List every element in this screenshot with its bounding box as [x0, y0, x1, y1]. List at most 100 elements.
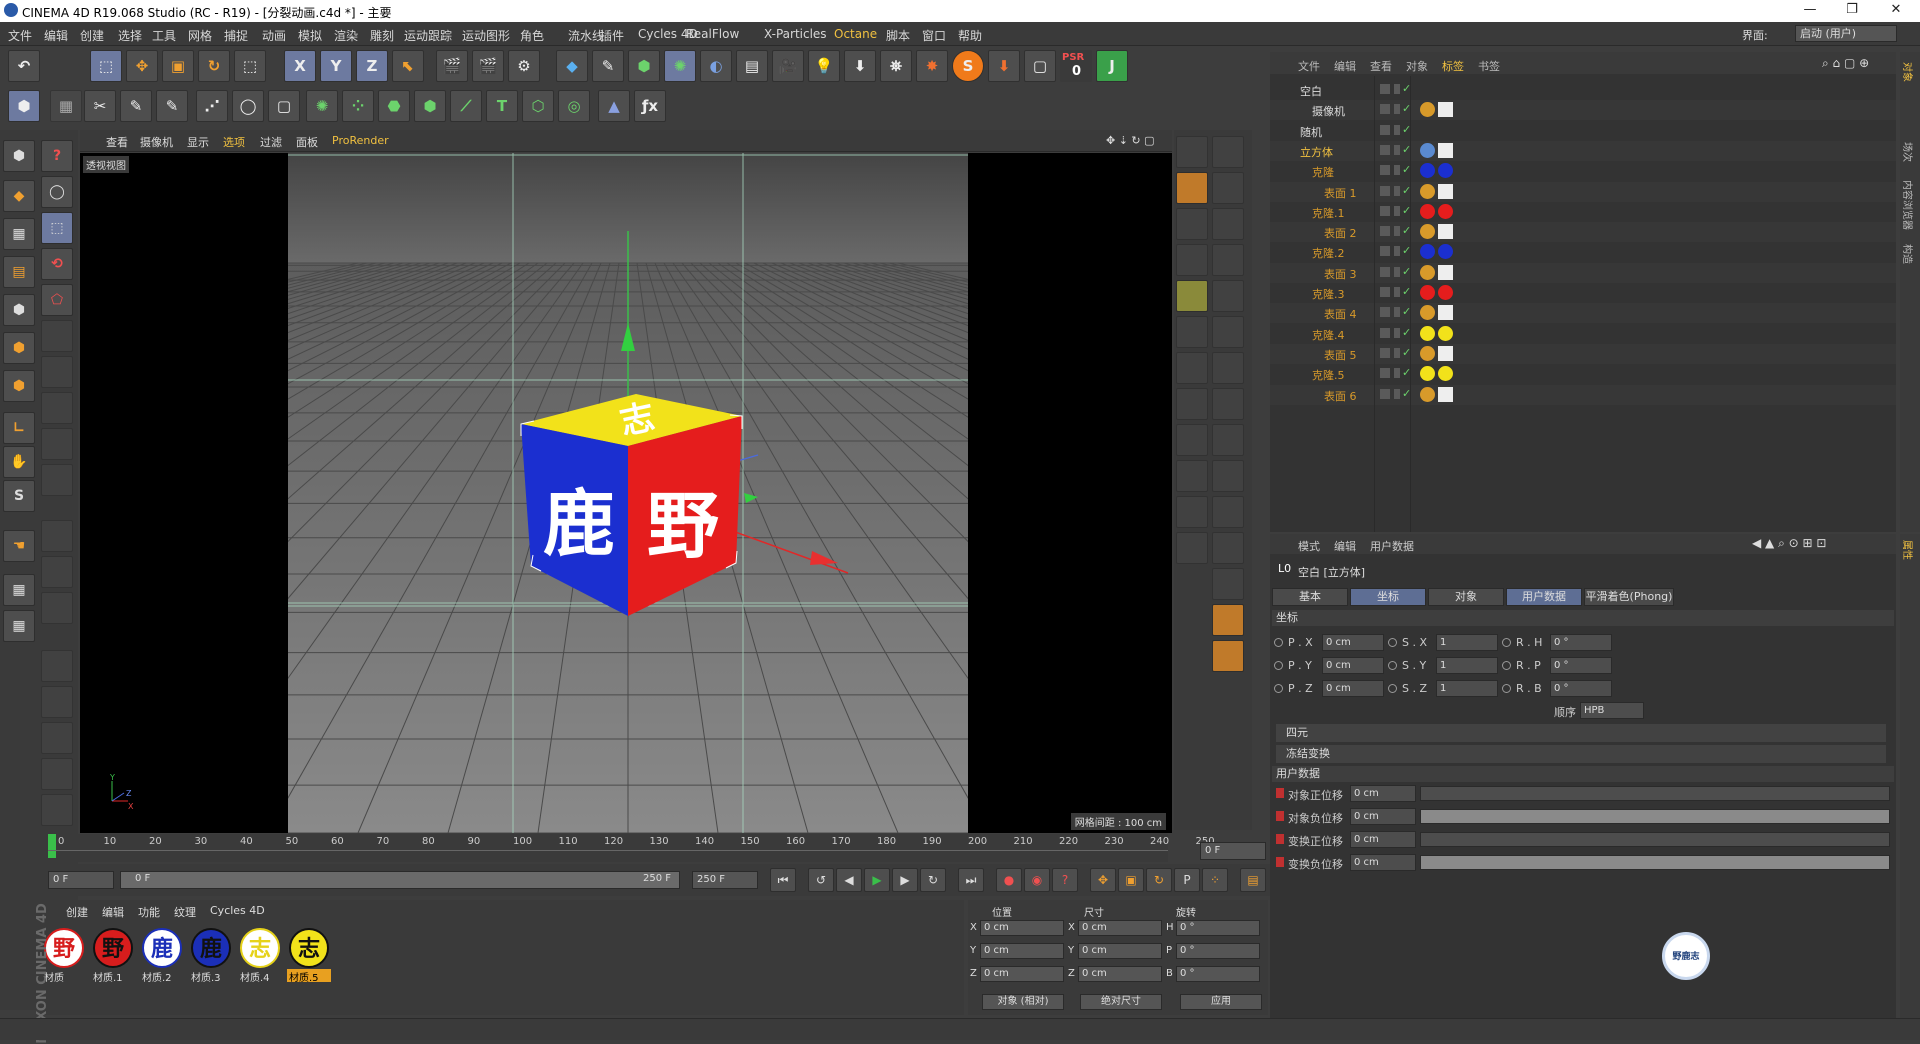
material-swatch[interactable]: 鹿材质.2 — [140, 926, 184, 984]
render-settings-button[interactable]: ⚙ — [508, 50, 540, 82]
visibility-toggle[interactable] — [1380, 226, 1390, 237]
tool-slot-6[interactable] — [41, 520, 73, 552]
object-row[interactable]: 克隆.2 ✓ — [1270, 242, 1896, 262]
om-menu-view[interactable]: 查看 — [1370, 58, 1392, 74]
user-data-value[interactable]: 0 cm — [1350, 785, 1416, 802]
model-mode-button[interactable]: ⬢ — [8, 90, 40, 122]
keyframe-radio[interactable] — [1388, 661, 1397, 670]
menu-item-7[interactable]: 动画 — [262, 27, 286, 44]
play-button[interactable]: ▶ — [864, 868, 890, 892]
next-frame-button[interactable]: ▶ — [892, 868, 918, 892]
paint-tool-button[interactable] — [1176, 172, 1208, 204]
render-toggle[interactable] — [1394, 124, 1400, 135]
menu-item-4[interactable]: 工具 — [152, 27, 176, 44]
vp-menu-filter[interactable]: 过滤 — [260, 134, 282, 150]
material-swatch[interactable]: 志材质.5 — [287, 926, 331, 984]
visibility-toggle[interactable] — [1380, 246, 1390, 257]
render-view-button[interactable]: 🎬 — [436, 50, 468, 82]
xparticles-emitter-button[interactable]: ⬇ — [844, 50, 876, 82]
goto-start-button[interactable]: ⏮ — [770, 868, 796, 892]
tag-icon[interactable] — [1438, 285, 1453, 300]
material-tag-icon[interactable] — [1420, 264, 1435, 280]
psr-reset-button[interactable]: PSR 0 — [1060, 50, 1092, 82]
timeline-ruler[interactable]: 0 10 20 30 40 50 60 70 80 90 100 110 120 130 140 150 160… — [48, 834, 1215, 862]
coord-rotation-field[interactable]: 0 ° — [1176, 943, 1260, 959]
visibility-toggle[interactable] — [1380, 287, 1390, 297]
maximize-button[interactable]: ❐ — [1832, 2, 1872, 20]
viewport-scene[interactable]: 志 鹿 野 — [80, 153, 1172, 833]
edges-mode-button[interactable]: ⬢ — [3, 332, 35, 364]
object-name[interactable]: 摄像机 — [1312, 103, 1345, 119]
tool-slot-8[interactable] — [41, 592, 73, 624]
dock-tab-objects[interactable]: 对象 — [1901, 62, 1916, 82]
material-tag-icon[interactable] — [1420, 163, 1435, 179]
render-toggle[interactable] — [1394, 226, 1400, 237]
view-tool-17[interactable] — [1212, 424, 1244, 456]
object-row[interactable]: 克隆.4 ✓ — [1270, 324, 1896, 344]
render-toggle[interactable] — [1394, 84, 1400, 94]
view-tool-6[interactable] — [1176, 244, 1208, 276]
frame-range-slider[interactable]: 0 F 250 F — [120, 871, 680, 889]
tool-slot-2[interactable] — [41, 356, 73, 388]
key-rotation-button[interactable]: ↻ — [1146, 868, 1172, 892]
record-button[interactable]: ● — [996, 868, 1022, 892]
render-toggle[interactable] — [1394, 185, 1400, 196]
spline-line-button[interactable]: ⋰ — [196, 90, 228, 122]
menu-item-0[interactable]: 文件 — [8, 27, 32, 44]
om-menu-tag[interactable]: 标签 — [1442, 58, 1464, 74]
goto-next-key-button[interactable]: ↻ — [920, 868, 946, 892]
menu-item-1[interactable]: 编辑 — [44, 27, 68, 44]
object-row[interactable]: 空白 ✓ — [1270, 80, 1896, 100]
object-name[interactable]: 表面 4 — [1324, 306, 1357, 322]
keyframe-marker-icon[interactable] — [1276, 857, 1284, 867]
keyframe-help-button[interactable]: ? — [1052, 868, 1078, 892]
coord-position-field[interactable]: 0 cm — [980, 920, 1064, 936]
material-swatch[interactable]: 鹿材质.3 — [189, 926, 233, 984]
render-toggle[interactable] — [1394, 327, 1400, 338]
tag-icon[interactable] — [1438, 386, 1453, 402]
material-swatch[interactable]: 志材质.4 — [238, 926, 282, 984]
view-tool-18[interactable] — [1176, 460, 1208, 492]
view-tool-13[interactable] — [1212, 352, 1244, 384]
visibility-toggle[interactable] — [1380, 104, 1390, 115]
attr-field-value[interactable]: 0 cm — [1322, 680, 1384, 697]
mat-menu-cycles4d[interactable]: Cycles 4D — [210, 904, 265, 917]
object-row[interactable]: 表面 4 ✓ — [1270, 303, 1896, 324]
object-name[interactable]: 表面 5 — [1324, 347, 1357, 363]
render-toggle[interactable] — [1394, 246, 1400, 257]
coord-mode-select[interactable]: 对象 (相对) — [982, 994, 1064, 1010]
close-button[interactable]: ✕ — [1876, 2, 1916, 20]
coord-rotation-field[interactable]: 0 ° — [1176, 966, 1260, 982]
tool-slot-12[interactable] — [41, 758, 73, 790]
lasso-select-button[interactable]: ◯ — [41, 176, 73, 208]
visibility-toggle[interactable] — [1380, 347, 1390, 358]
tool-slot-5[interactable] — [41, 464, 73, 496]
autokey-button[interactable]: ◉ — [1024, 868, 1050, 892]
menu-item-18[interactable]: X-Particles — [764, 27, 827, 41]
material-tag-icon[interactable] — [1420, 183, 1435, 199]
om-menu-file[interactable]: 文件 — [1298, 58, 1320, 74]
rotate-tool-button[interactable]: ↻ — [198, 50, 230, 82]
view-tool-19[interactable] — [1212, 460, 1244, 492]
user-data-value[interactable]: 0 cm — [1350, 854, 1416, 871]
material-tag-icon[interactable] — [1420, 142, 1435, 158]
view-tool-21[interactable] — [1212, 496, 1244, 528]
menu-item-13[interactable]: 角色 — [520, 27, 544, 44]
points-mode-button[interactable]: ◆ — [3, 180, 35, 212]
om-menu-edit[interactable]: 编辑 — [1334, 58, 1356, 74]
render-toggle[interactable] — [1394, 287, 1400, 297]
deformer-button[interactable]: ◐ — [700, 50, 732, 82]
om-toolbar-icons[interactable]: ⌕ ⌂ ▢ ⊕ — [1822, 56, 1869, 71]
sculpt-button[interactable]: ▲ — [598, 90, 630, 122]
material-tag-icon[interactable] — [1420, 102, 1435, 118]
view-tool-10[interactable] — [1176, 316, 1208, 348]
attr-field-value[interactable]: 0 cm — [1322, 657, 1384, 674]
object-row[interactable]: 摄像机 ✓ — [1270, 100, 1896, 121]
tag-icon[interactable] — [1438, 203, 1453, 219]
end-frame-field[interactable]: 250 F — [692, 871, 758, 889]
lock-x-axis-button[interactable]: X — [284, 50, 316, 82]
live-selection-button[interactable]: ⬚ — [90, 50, 122, 82]
menu-item-11[interactable]: 运动跟踪 — [404, 27, 452, 44]
visibility-toggle[interactable] — [1380, 307, 1390, 318]
object-name[interactable]: 克隆 — [1312, 164, 1334, 180]
